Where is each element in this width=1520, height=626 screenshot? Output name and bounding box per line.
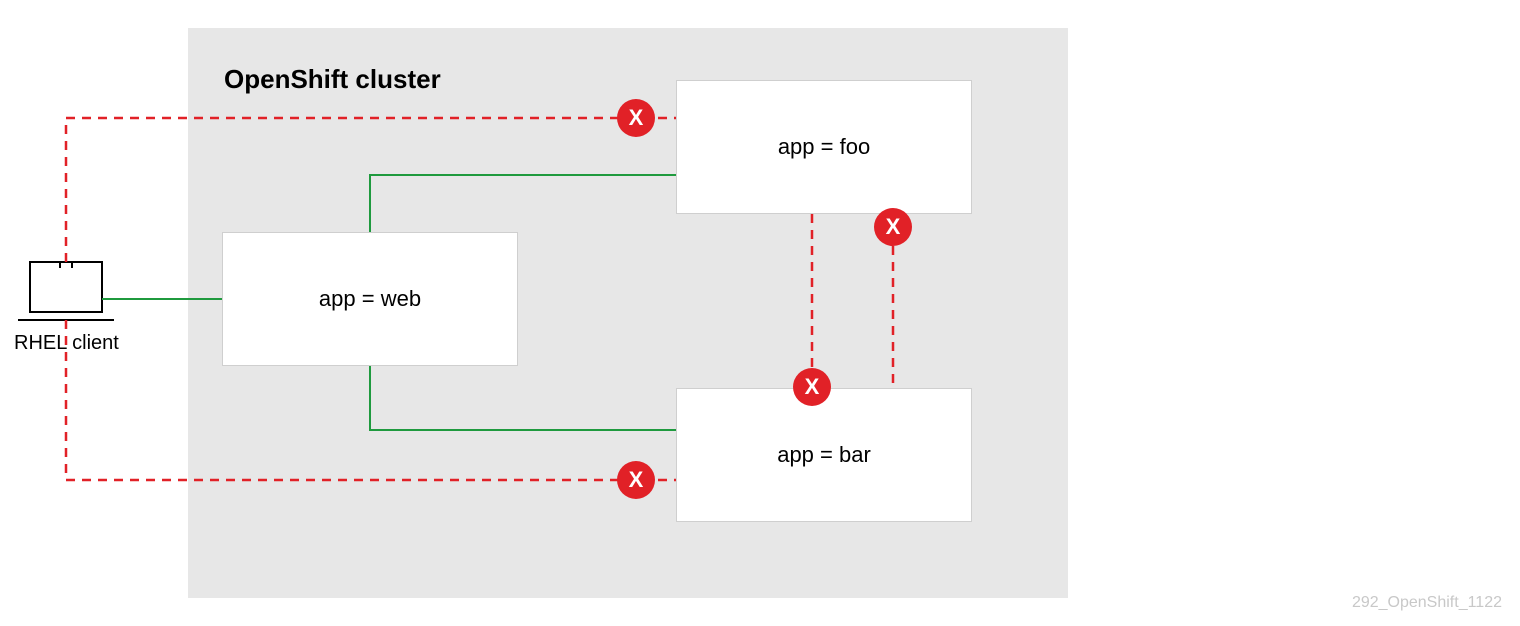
deny-badge-foo-bar-right: X [874, 208, 912, 246]
client-label: RHEL client [14, 332, 119, 355]
deny-badge-foo-bar-left: X [793, 368, 831, 406]
deny-badge-client-foo: X [617, 99, 655, 137]
node-foo-label: app = foo [778, 134, 870, 160]
node-bar-label: app = bar [777, 442, 871, 468]
footer-id: 292_OpenShift_1122 [1352, 594, 1502, 612]
node-bar: app = bar [676, 388, 972, 522]
node-foo: app = foo [676, 80, 972, 214]
deny-badge-client-bar: X [617, 461, 655, 499]
node-web: app = web [222, 232, 518, 366]
cluster-title: OpenShift cluster [224, 64, 441, 95]
node-web-label: app = web [319, 286, 421, 312]
